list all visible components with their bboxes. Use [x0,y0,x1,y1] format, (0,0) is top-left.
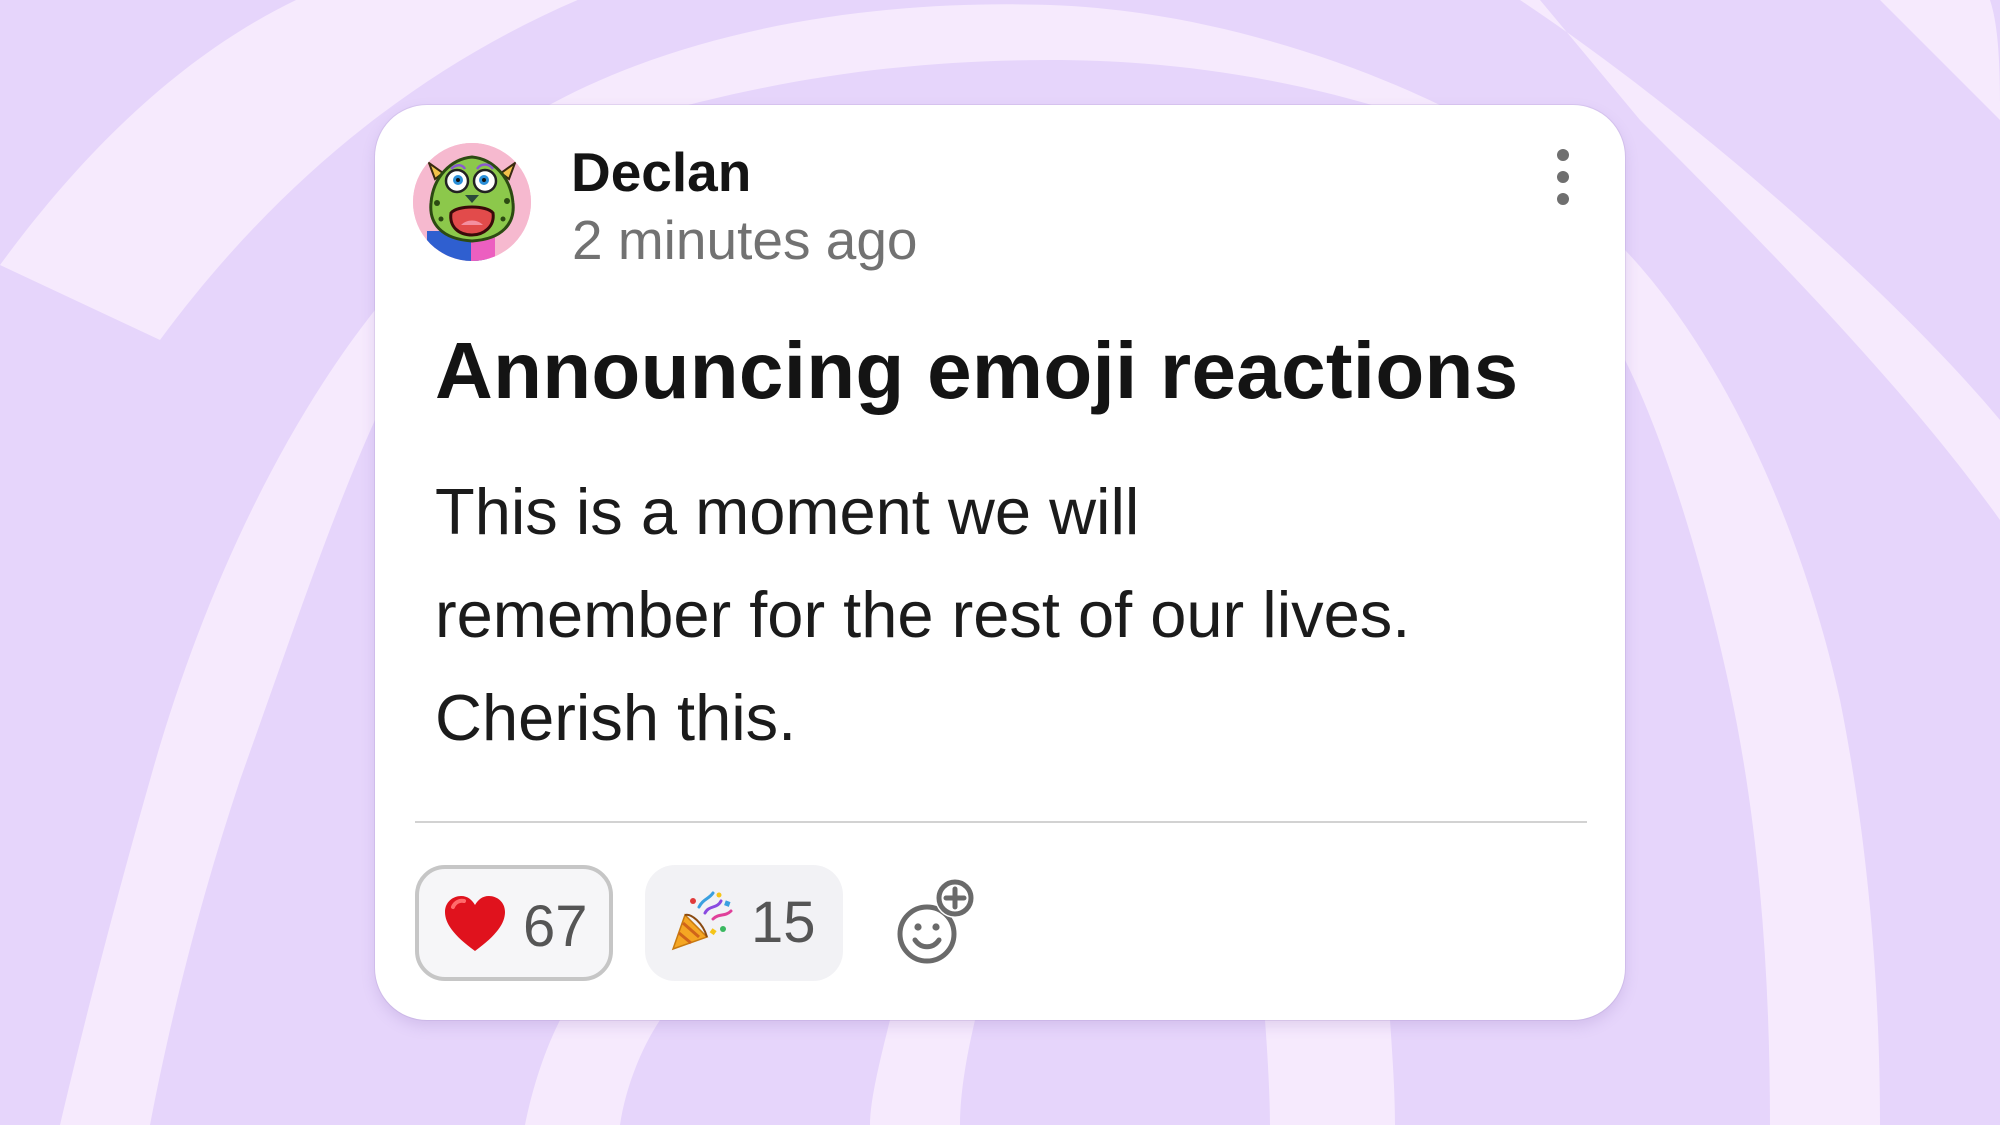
reaction-count: 67 [523,894,588,959]
red-heart-icon [445,896,505,951]
party-popper-icon [671,891,733,951]
divider [415,821,1587,823]
reaction-count: 15 [751,890,816,955]
reaction-party-button[interactable]: 15 [645,865,843,981]
post-body-line: This is a moment we will [435,475,1140,548]
more-options-button[interactable] [1543,149,1583,221]
dot-icon [1557,171,1569,183]
post-body-line: remember for the rest of our lives. [435,578,1411,651]
post-body: This is a moment we will remember for th… [435,460,1585,769]
reaction-heart-button[interactable]: 67 [415,865,613,981]
post-card: Declan 2 minutes ago Announcing emoji re… [375,105,1625,1020]
dot-icon [1557,193,1569,205]
author-avatar[interactable] [413,143,531,261]
post-title: Announcing emoji reactions [435,326,1519,415]
post-timestamp: 2 minutes ago [572,209,918,271]
monster-avatar-icon [413,143,531,261]
author-name[interactable]: Declan [571,139,751,205]
dot-icon [1557,149,1569,161]
add-emoji-icon [897,878,975,964]
post-body-line: Cherish this. [435,681,797,754]
add-reaction-button[interactable] [889,878,981,970]
